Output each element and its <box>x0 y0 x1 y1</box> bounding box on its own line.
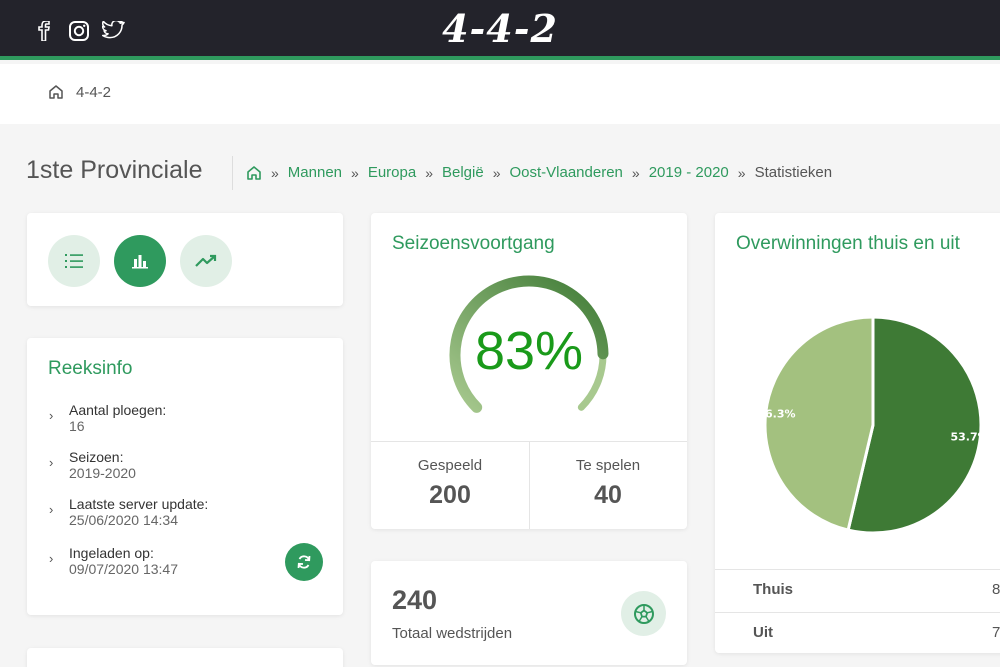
wins-card: Overwinningen thuis en uit 53.7% 46.3% Th… <box>715 213 1000 653</box>
list-view-button[interactable] <box>48 235 100 287</box>
breadcrumb-separator: » <box>737 164 746 181</box>
breadcrumb-separator: » <box>351 164 359 181</box>
top-bar: 4-4-2 <box>0 0 1000 60</box>
wins-title: Overwinningen thuis en uit <box>736 233 960 254</box>
info-value: 16 <box>69 418 85 434</box>
trend-icon <box>195 254 217 268</box>
pie-label-thuis: 53.7% <box>950 430 988 443</box>
info-label: Laatste server update: <box>69 496 209 512</box>
subbar-crumb[interactable]: 4-4-2 <box>76 84 111 101</box>
total-matches-card: 240 Totaal wedstrijden <box>371 561 687 665</box>
divider <box>715 612 1000 613</box>
page-title: 1ste Provinciale <box>26 156 203 184</box>
pie-slice-uit[interactable] <box>763 315 875 532</box>
view-switch-card <box>27 213 343 306</box>
wins-away-label: Uit <box>753 624 773 641</box>
trend-view-button[interactable] <box>180 235 232 287</box>
wins-away-value: 7 <box>992 624 1000 641</box>
divider <box>232 156 233 190</box>
wins-home-label: Thuis <box>753 581 793 598</box>
page-header: 1ste Provinciale » Mannen » Europa » Bel… <box>26 152 1000 192</box>
pie-label-uit: 46.3% <box>757 408 795 421</box>
chevron-right-icon: › <box>49 502 54 517</box>
list-icon <box>64 252 84 270</box>
breadcrumb-separator: » <box>271 164 279 181</box>
total-matches-label: Totaal wedstrijden <box>392 625 513 642</box>
site-logo[interactable]: 4-4-2 <box>0 6 1000 51</box>
breadcrumb-oost-vlaanderen[interactable]: Oost-Vlaanderen <box>509 164 622 181</box>
additional-card <box>27 648 343 667</box>
chevron-right-icon: › <box>49 551 54 566</box>
bar-chart-icon <box>131 253 149 269</box>
chevron-right-icon: › <box>49 408 54 423</box>
breadcrumb-belgie[interactable]: België <box>442 164 484 181</box>
refresh-button[interactable] <box>285 543 323 581</box>
remaining-value: 40 <box>594 481 622 509</box>
series-info-card: Reeksinfo › Aantal ploegen: 16 › Seizoen… <box>27 338 343 615</box>
breadcrumb-separator: » <box>492 164 501 181</box>
info-label: Seizoen: <box>69 449 124 465</box>
breadcrumb-separator: » <box>631 164 640 181</box>
breadcrumb-separator: » <box>425 164 433 181</box>
home-icon[interactable] <box>48 84 64 105</box>
breadcrumb-home-icon[interactable] <box>246 165 262 181</box>
soccer-ball-icon <box>633 603 655 625</box>
breadcrumb-mannen[interactable]: Mannen <box>288 164 342 181</box>
total-matches-button[interactable] <box>621 591 666 636</box>
season-progress-card: Seizoensvoortgang 83% Gespeeld 200 Te sp… <box>371 213 687 529</box>
breadcrumb-current: Statistieken <box>754 164 833 181</box>
played-value: 200 <box>429 481 471 509</box>
wins-home-value: 8 <box>992 581 1000 598</box>
chevron-right-icon: › <box>49 455 54 470</box>
info-label: Ingeladen op: <box>69 545 154 561</box>
chart-view-button[interactable] <box>114 235 166 287</box>
series-info-title: Reeksinfo <box>48 358 133 379</box>
remaining-label: Te spelen <box>575 457 641 474</box>
breadcrumb-season[interactable]: 2019 - 2020 <box>649 164 729 181</box>
info-value: 2019-2020 <box>69 465 136 481</box>
breadcrumb-europa[interactable]: Europa <box>368 164 416 181</box>
info-label: Aantal ploegen: <box>69 402 167 418</box>
info-value: 09/07/2020 13:47 <box>69 561 178 577</box>
season-percent: 83% <box>474 321 584 381</box>
sub-bar: 4-4-2 <box>0 64 1000 124</box>
breadcrumb: » Mannen » Europa » België » Oost-Vlaand… <box>246 164 832 181</box>
played-label: Gespeeld <box>417 457 483 474</box>
divider <box>715 569 1000 570</box>
info-value: 25/06/2020 14:34 <box>69 512 178 528</box>
total-matches-value: 240 <box>392 585 438 615</box>
refresh-icon <box>296 554 312 570</box>
wins-pie-chart: 53.7% 46.3% <box>757 315 989 535</box>
